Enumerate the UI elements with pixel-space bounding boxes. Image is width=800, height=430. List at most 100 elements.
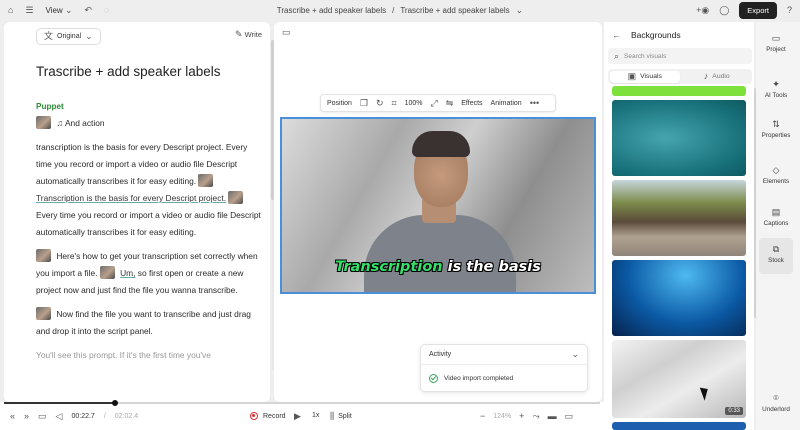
split-icon: ⫼ — [330, 411, 335, 421]
top-bar: ⌂ ☰ View ⌄ ↶ ◌ Trascribe + add speaker l… — [0, 0, 800, 20]
animation-button[interactable]: Animation — [487, 100, 526, 107]
snap-icon[interactable]: ⤳ — [532, 412, 539, 421]
music-note-icon: ♫ — [56, 118, 64, 128]
rail-item-elements[interactable]: ◇ Elements — [756, 166, 796, 186]
background-tile[interactable] — [612, 260, 746, 336]
rail-label: Underlord — [762, 406, 790, 413]
document-title[interactable]: Trascribe + add speaker labels — [36, 64, 220, 79]
pencil-icon: ✎ — [234, 29, 243, 39]
tab-visuals-label: Visuals — [640, 73, 662, 80]
script-paragraph[interactable]: Here's how to get your transcription set… — [36, 248, 264, 299]
export-button[interactable]: Export — [739, 1, 777, 19]
scene-thumbnail[interactable] — [36, 249, 51, 262]
tab-audio[interactable]: ♪ Audio — [682, 69, 753, 84]
rail-item-stock[interactable]: ⧉ Stock — [759, 238, 793, 274]
playback-timeline[interactable] — [4, 400, 600, 406]
filler-word: Um, — [120, 268, 136, 278]
rail-item-ai-tools[interactable]: ✦ AI Tools — [756, 80, 796, 100]
tab-audio-label: Audio — [712, 73, 730, 80]
home-icon[interactable]: ⌂ — [8, 5, 13, 15]
layout-icon[interactable]: ▭ — [282, 28, 291, 37]
rail-item-underlord[interactable]: ⌾ Underlord — [756, 394, 796, 414]
comments-icon[interactable]: ◯ — [719, 5, 729, 15]
background-tile[interactable] — [612, 180, 746, 256]
breadcrumb: Trascribe + add speaker labels / Trascri… — [0, 0, 800, 20]
timeline-zoom[interactable]: 124% — [493, 413, 511, 420]
chevron-down-icon[interactable]: ⌄ — [571, 350, 579, 359]
rail-item-project[interactable]: ▭ Project — [756, 34, 796, 54]
redo-icon[interactable]: ◌ — [104, 5, 109, 15]
translate-icon: 文 — [44, 31, 54, 41]
breadcrumb-project[interactable]: Trascribe + add speaker labels — [277, 6, 386, 15]
canvas-panel: ▭ Position ❐ ↻ ⌗ 100% ⤢ ⇋ Effects Animat… — [274, 22, 602, 402]
layers-icon[interactable]: ❐ — [356, 98, 372, 108]
view-menu[interactable]: View ⌄ — [46, 5, 73, 15]
effects-button[interactable]: Effects — [457, 100, 486, 107]
tab-visuals[interactable]: ▣ Visuals — [609, 70, 680, 83]
video-preview[interactable]: Transcription is the basis — [280, 117, 596, 294]
duration-badge: 0:33 — [725, 407, 743, 415]
split-button[interactable]: ⫼ Split — [330, 412, 352, 421]
zoom-out-icon[interactable]: − — [480, 412, 485, 421]
activity-title: Activity — [429, 351, 452, 358]
menu-icon[interactable]: ☰ — [25, 5, 33, 15]
activity-header[interactable]: Activity ⌄ — [421, 345, 587, 365]
zoom-value[interactable]: 100% — [401, 100, 427, 107]
paragraph-text: Now find the file you want to transcribe… — [36, 309, 251, 336]
chapters-icon[interactable]: ▭ — [38, 412, 47, 421]
script-text[interactable]: Puppet ♫ And action transcription is the… — [36, 98, 264, 371]
scene-thumbnail[interactable] — [198, 174, 214, 187]
scene-thumbnail[interactable] — [99, 266, 115, 279]
undo-icon[interactable]: ↶ — [85, 5, 93, 15]
timeline-toggle-icon[interactable]: ▬ — [548, 412, 557, 421]
expand-icon[interactable]: ⤢ — [427, 98, 442, 108]
script-paragraph[interactable]: You'll see this prompt. If it's the firs… — [36, 347, 264, 364]
play-button[interactable]: ▶ — [294, 412, 301, 421]
rail-label: Elements — [762, 178, 790, 185]
breadcrumb-composition[interactable]: Trascribe + add speaker labels — [400, 6, 509, 15]
caption-overlay[interactable]: Transcription is the basis — [282, 259, 594, 275]
write-button[interactable]: ✎ Write — [234, 29, 262, 40]
add-collaborator-icon[interactable]: +◉ — [696, 5, 709, 15]
crop-icon[interactable]: ⌗ — [388, 98, 401, 108]
scene-thumbnail[interactable] — [228, 191, 244, 204]
replace-icon[interactable]: ↻ — [372, 98, 388, 108]
flip-icon[interactable]: ⇋ — [442, 98, 458, 108]
scene-thumbnail[interactable] — [36, 116, 51, 129]
rail-item-captions[interactable]: ▤ Captions — [756, 208, 796, 228]
search-icon: ⌕ — [614, 50, 620, 61]
background-tile[interactable] — [612, 100, 746, 176]
search-input[interactable]: ⌕ Search visuals — [608, 48, 752, 64]
position-button[interactable]: Position — [323, 100, 356, 107]
rail-item-properties[interactable]: ⇅ Properties — [756, 120, 796, 140]
playhead-handle[interactable] — [111, 400, 118, 406]
background-tile[interactable]: 0:33 — [612, 340, 746, 418]
media-type-tabs: ▣ Visuals ♪ Audio — [608, 69, 752, 84]
speaker-sound-icon[interactable]: ◁ — [56, 412, 63, 421]
chevron-down-icon[interactable]: ⌄ — [516, 5, 524, 15]
script-paragraph[interactable]: transcription is the basis for every Des… — [36, 139, 264, 241]
playback-speed[interactable]: 1x — [312, 412, 319, 419]
caption-highlight: Transcription — [335, 259, 443, 275]
backgrounds-header: ← Backgrounds — [612, 30, 681, 40]
script-paragraph[interactable]: Now find the file you want to transcribe… — [36, 306, 264, 340]
speaker-label[interactable]: Puppet — [36, 98, 264, 115]
script-panel: 文 Original ⌄ ✎ Write Trascribe + add spe… — [4, 22, 270, 402]
layout-toggle-icon[interactable]: ▭ — [565, 412, 574, 421]
zoom-in-icon[interactable]: + — [519, 412, 524, 421]
speaker-figure — [364, 215, 516, 292]
mode-dropdown[interactable]: 文 Original ⌄ — [36, 28, 101, 45]
skip-back-icon[interactable]: « — [10, 412, 15, 421]
record-button[interactable]: Record — [250, 412, 286, 420]
background-tile[interactable] — [612, 86, 746, 96]
back-arrow-icon[interactable]: ← — [612, 30, 621, 40]
speaker-hair — [412, 131, 470, 157]
skip-forward-icon[interactable]: » — [24, 412, 29, 421]
more-icon[interactable]: ••• — [526, 98, 543, 108]
script-line[interactable]: ♫ And action — [36, 115, 264, 132]
right-rail: ▭ Project ✦ AI Tools ⇅ Properties ◇ Elements… — [756, 22, 800, 430]
backgrounds-title: Backgrounds — [631, 30, 681, 40]
help-icon[interactable]: ? — [787, 5, 792, 15]
scene-thumbnail[interactable] — [36, 307, 51, 320]
background-tile[interactable] — [612, 422, 746, 430]
